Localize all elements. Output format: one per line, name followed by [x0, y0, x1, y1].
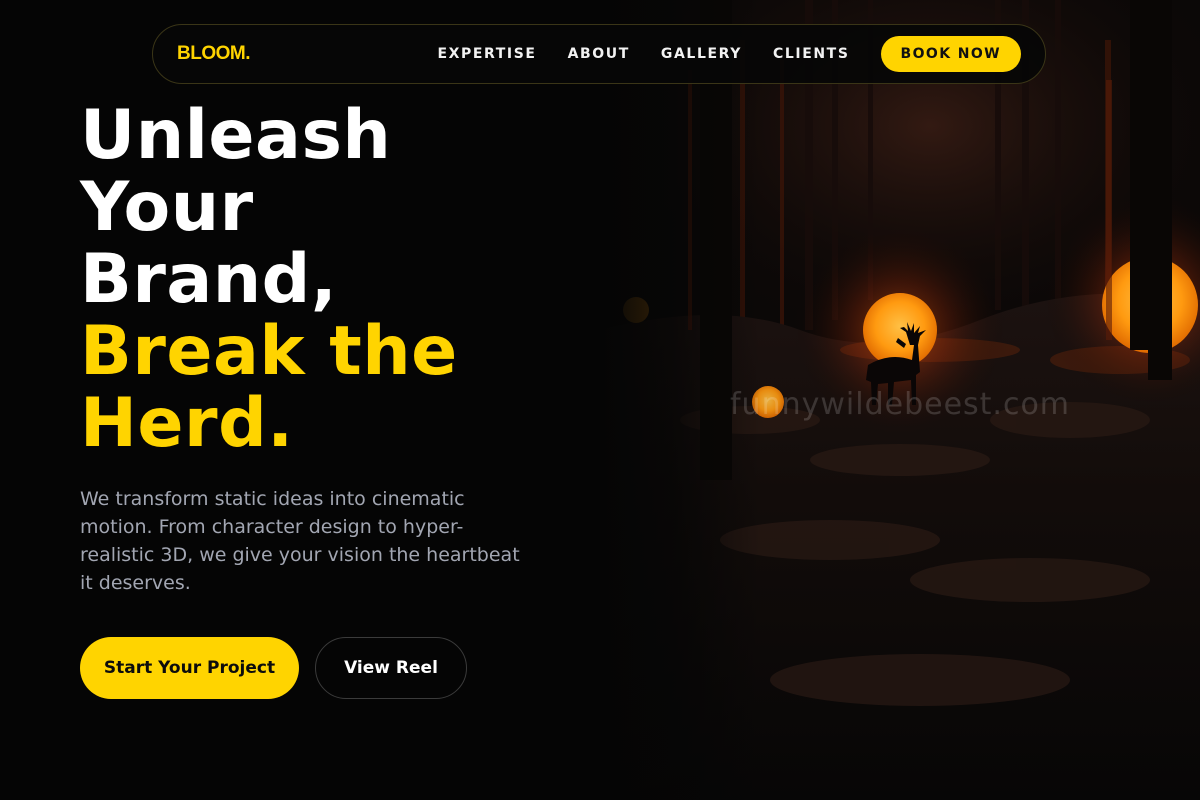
- book-now-button[interactable]: BOOK NOW: [880, 36, 1021, 72]
- top-navbar: BLOOM. EXPERTISE ABOUT GALLERY CLIENTS B…: [152, 24, 1046, 84]
- headline-accent-line: Break the: [80, 312, 458, 391]
- nav-link-about[interactable]: ABOUT: [568, 46, 630, 62]
- headline-line: Your: [80, 168, 254, 247]
- headline-line: Brand,: [80, 240, 338, 319]
- nav-link-expertise[interactable]: EXPERTISE: [437, 46, 536, 62]
- hero-subtext: We transform static ideas into cinematic…: [80, 488, 520, 594]
- view-reel-button[interactable]: View Reel: [315, 637, 467, 699]
- nav-links: EXPERTISE ABOUT GALLERY CLIENTS BOOK NOW: [437, 36, 1021, 72]
- nav-link-gallery[interactable]: GALLERY: [661, 46, 742, 62]
- start-project-button[interactable]: Start Your Project: [80, 637, 299, 699]
- landing-page: funnywildebeest.com BLOOM. EXPERTISE ABO…: [0, 0, 1200, 800]
- image-watermark: funnywildebeest.com: [730, 387, 1071, 422]
- nav-link-clients[interactable]: CLIENTS: [773, 46, 850, 62]
- headline-accent-line: Herd.: [80, 384, 294, 463]
- brand-logo[interactable]: BLOOM.: [177, 43, 251, 65]
- headline-line: Unleash: [80, 96, 392, 175]
- hero-headline: Unleash Your Brand, Break the Herd.: [80, 100, 458, 460]
